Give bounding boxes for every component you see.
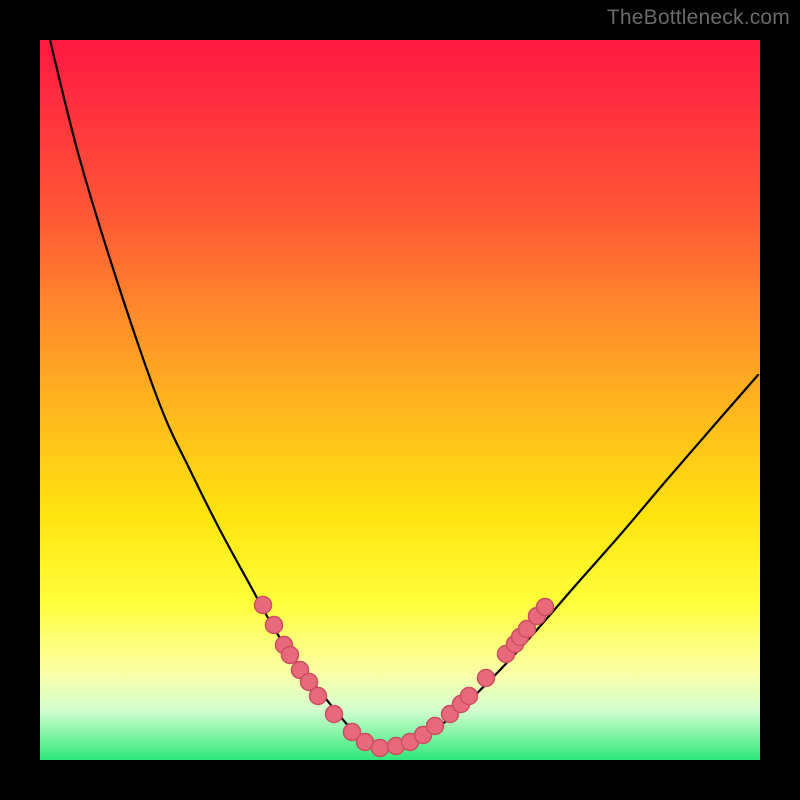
plot-area — [40, 40, 760, 760]
data-dot — [255, 597, 272, 614]
data-dot — [266, 617, 283, 634]
data-dot — [372, 740, 389, 757]
right-curve — [380, 375, 758, 748]
data-dot — [461, 688, 478, 705]
curves-layer — [40, 40, 760, 760]
data-dot — [310, 688, 327, 705]
data-dot — [427, 718, 444, 735]
data-dots — [255, 597, 554, 757]
data-dot — [478, 670, 495, 687]
chart-frame: TheBottleneck.com — [0, 0, 800, 800]
data-dot — [537, 599, 554, 616]
data-dot — [282, 647, 299, 664]
watermark-text: TheBottleneck.com — [607, 6, 790, 30]
left-curve — [50, 40, 380, 748]
data-dot — [326, 706, 343, 723]
